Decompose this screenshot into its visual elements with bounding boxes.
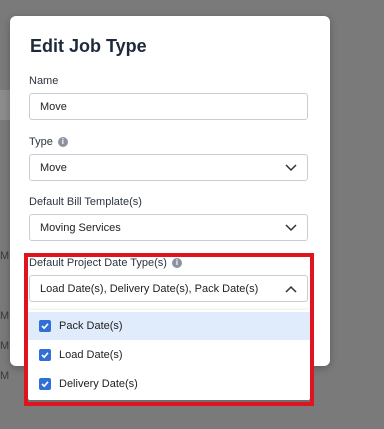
modal-title: Edit Job Type <box>30 36 147 56</box>
background-text: M <box>0 310 10 322</box>
background-text: M <box>0 340 10 352</box>
checkbox-checked[interactable] <box>39 378 51 390</box>
info-icon[interactable]: i <box>171 258 182 268</box>
info-icon[interactable]: i <box>57 137 68 147</box>
background-text: M <box>0 250 10 262</box>
project-date-types-label: Default Project Date Type(s) <box>29 257 167 269</box>
type-select[interactable]: Move <box>29 154 308 181</box>
bill-template-label: Default Bill Template(s) <box>29 196 142 208</box>
name-input-value: Move <box>40 100 67 113</box>
bill-template-select-value: Moving Services <box>40 221 121 234</box>
type-select-value: Move <box>40 161 67 174</box>
dropdown-option-delivery-date[interactable]: Delivery Date(s) <box>28 370 310 398</box>
project-date-types-select[interactable]: Load Date(s), Delivery Date(s), Pack Dat… <box>29 275 308 302</box>
dropdown-option-label: Load Date(s) <box>59 349 123 361</box>
check-icon <box>41 323 49 330</box>
chevron-down-icon <box>285 224 297 232</box>
check-icon <box>41 381 49 388</box>
dropdown-option-label: Delivery Date(s) <box>59 378 138 390</box>
type-label-row: Type i <box>29 136 68 148</box>
project-date-types-select-value: Load Date(s), Delivery Date(s), Pack Dat… <box>40 282 259 295</box>
dropdown-option-label: Pack Date(s) <box>59 320 123 332</box>
chevron-down-icon <box>285 164 297 172</box>
name-label: Name <box>29 75 59 87</box>
dropdown-option-pack-date[interactable]: Pack Date(s) <box>28 312 310 340</box>
name-input[interactable]: Move <box>29 93 308 120</box>
type-label: Type <box>29 136 53 148</box>
background-text: M <box>0 370 10 382</box>
checkbox-checked[interactable] <box>39 349 51 361</box>
project-date-types-dropdown: Pack Date(s) Load Date(s) Delivery Date(… <box>28 310 310 400</box>
check-icon <box>41 352 49 359</box>
chevron-up-icon <box>285 285 297 293</box>
bill-template-select[interactable]: Moving Services <box>29 214 308 241</box>
project-date-types-label-row: Default Project Date Type(s) i <box>29 257 182 269</box>
dropdown-option-load-date[interactable]: Load Date(s) <box>28 341 310 369</box>
checkbox-checked[interactable] <box>39 320 51 332</box>
